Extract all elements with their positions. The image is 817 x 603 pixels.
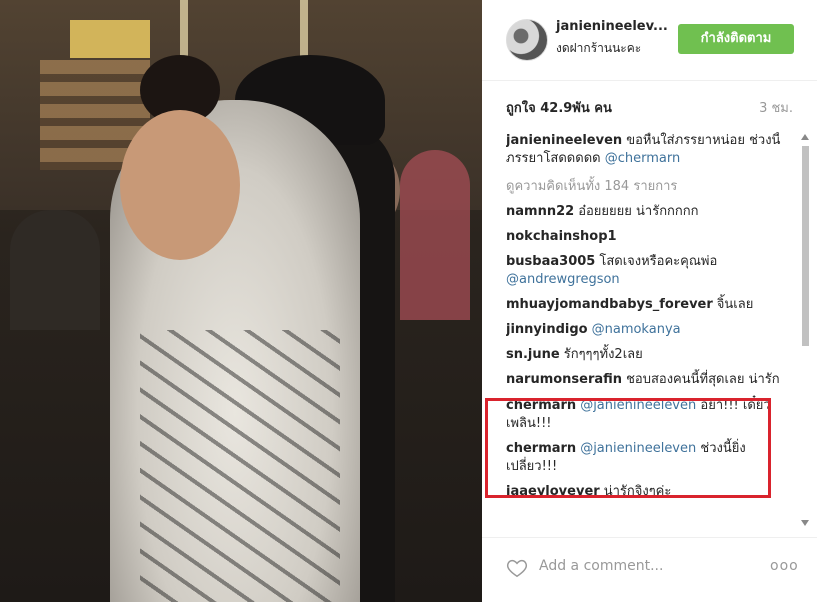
comment-user[interactable]: namnn22 <box>506 204 574 219</box>
post-side-panel: janienineelev... งดฝากร้านนะคะ กำลังติดต… <box>482 0 817 602</box>
comment-text: จิ้นเลย <box>716 297 754 312</box>
comment-text: ชอบสองคนนี้ที่สุดเลย น่ารัก <box>626 372 780 387</box>
photo-lamp <box>300 0 308 60</box>
comment-user[interactable]: nokchainshop1 <box>506 229 617 244</box>
comment-user[interactable]: janienineeleven <box>506 133 622 148</box>
post-header: janienineelev... งดฝากร้านนะคะ กำลังติดต… <box>482 0 817 81</box>
comment-user[interactable]: busbaa3005 <box>506 254 595 269</box>
photo-person-bg <box>400 150 470 320</box>
post-footer: Add a comment... ooo <box>482 537 817 603</box>
post-username[interactable]: janienineelev... <box>556 19 668 34</box>
likes-count[interactable]: ถูกใจ 42.9พัน คน <box>506 97 612 118</box>
list-item: nokchainshop1 <box>506 228 791 246</box>
post-time[interactable]: 3 ชม. <box>759 97 793 118</box>
post-photo[interactable] <box>0 0 482 602</box>
comment-user[interactable]: mhuayjomandbabys_forever <box>506 297 713 312</box>
highlight-box <box>485 398 771 498</box>
comment-mention[interactable]: @chermarn <box>605 151 681 166</box>
comment-mention[interactable]: @namokanya <box>592 322 681 337</box>
caption: janienineeleven ขอหื่นใส่ภรรยาหน่อย ช่วงน… <box>506 132 791 168</box>
add-comment-input[interactable]: Add a comment... <box>539 558 663 574</box>
comment-text: อ๋อยยยยย น่ารักกกกก <box>578 204 699 219</box>
comment-user[interactable]: narumonserafin <box>506 372 622 387</box>
list-item: mhuayjomandbabys_forever จิ้นเลย <box>506 296 791 314</box>
comment-user[interactable]: sn.june <box>506 347 560 362</box>
comment-text: โสดเจงหรือคะคุณพ่อ <box>599 254 718 269</box>
photo-person-bg <box>10 210 100 330</box>
avatar[interactable] <box>506 19 548 61</box>
list-item: namnn22 อ๋อยยยยย น่ารักกกกก <box>506 203 791 221</box>
comment-user[interactable]: jinnyindigo <box>506 322 588 337</box>
post-location[interactable]: งดฝากร้านนะคะ <box>556 39 641 58</box>
comment-text: รักๆๆๆทั้ง2เลย <box>563 347 643 362</box>
view-all-comments-link[interactable]: ดูความคิดเห็นทั้ง 184 รายการ <box>506 175 791 196</box>
comment-mention[interactable]: @andrewgregson <box>506 272 620 287</box>
photo-dress-pattern <box>140 330 340 602</box>
comments-scrollbar[interactable] <box>801 132 811 532</box>
more-options-icon[interactable]: ooo <box>770 558 799 574</box>
scroll-up-arrow-icon[interactable] <box>801 134 809 140</box>
list-item: narumonserafin ชอบสองคนนี้ที่สุดเลย น่ารั… <box>506 371 791 389</box>
photo-sign <box>70 20 150 58</box>
scroll-down-arrow-icon[interactable] <box>801 520 809 526</box>
scroll-thumb[interactable] <box>802 146 809 346</box>
list-item: sn.june รักๆๆๆทั้ง2เลย <box>506 346 791 364</box>
following-button[interactable]: กำลังติดตาม <box>678 24 794 54</box>
list-item: busbaa3005 โสดเจงหรือคะคุณพ่อ @andrewgregs… <box>506 253 791 289</box>
heart-icon[interactable] <box>506 557 528 579</box>
list-item: jinnyindigo @namokanya <box>506 321 791 339</box>
photo-lamp <box>180 0 188 60</box>
photo-face <box>120 110 240 260</box>
